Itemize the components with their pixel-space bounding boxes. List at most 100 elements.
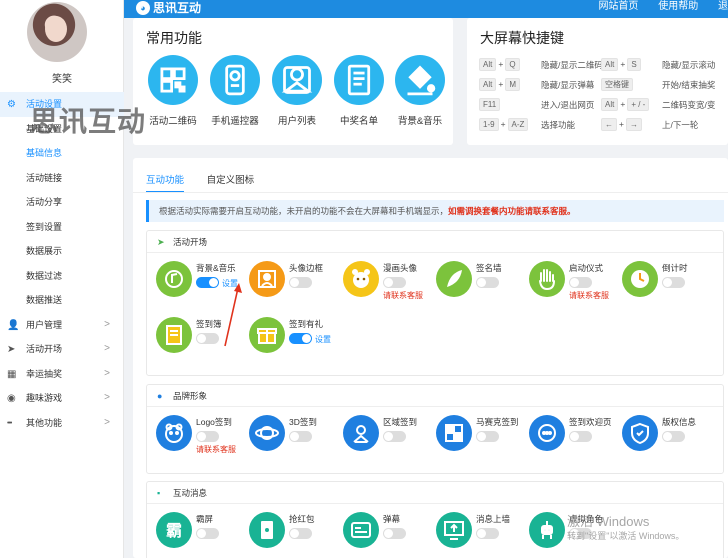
contact-support-link[interactable]: 请联系客服: [196, 444, 236, 455]
feature-toggle[interactable]: [476, 528, 499, 539]
feature-name: 启动仪式: [569, 263, 604, 273]
cartoon-face-icon[interactable]: [343, 261, 379, 297]
sidebar-item-label: 趣味游戏: [26, 393, 63, 403]
message-icon: ▪: [157, 488, 161, 498]
sidebar-item-label: 活动链接: [26, 172, 63, 183]
barrage-icon[interactable]: [343, 512, 379, 548]
feature-toggle[interactable]: [289, 277, 312, 288]
sidebar-item-10[interactable]: ➤ 活动开场 >: [0, 337, 124, 362]
ba-icon[interactable]: 霸: [156, 512, 192, 548]
paint-bucket-icon[interactable]: [395, 55, 445, 105]
nav-help-link[interactable]: 使用帮助: [658, 0, 698, 14]
shortcut-keys-2: ← + →: [601, 118, 642, 131]
sidebar-item-6[interactable]: 数据展示: [0, 239, 124, 264]
common-function-1[interactable]: 手机遥控器: [208, 55, 262, 127]
portrait-frame-icon[interactable]: [249, 261, 285, 297]
music-icon[interactable]: [156, 261, 192, 297]
sidebar-item-8[interactable]: 数据推送: [0, 288, 124, 313]
brand[interactable]: ◕ 思讯互动: [136, 0, 201, 18]
feature-settings-link[interactable]: 设置: [222, 278, 238, 289]
sidebar-item-4[interactable]: 活动分享: [0, 190, 124, 215]
feature-item: 签到欢迎页: [529, 415, 619, 455]
nav-logout-link[interactable]: 退: [718, 0, 728, 14]
gift-icon[interactable]: [249, 317, 285, 353]
feature-toggle[interactable]: [383, 528, 406, 539]
common-function-3[interactable]: 中奖名单: [332, 55, 386, 127]
shield-icon[interactable]: [622, 415, 658, 451]
feature-toggle[interactable]: [569, 431, 592, 442]
feature-toggle[interactable]: [662, 277, 685, 288]
feature-toggle[interactable]: [289, 333, 312, 344]
feature-name: 签到有礼: [289, 319, 324, 329]
tab-custom-icons[interactable]: 自定义图标: [207, 172, 255, 191]
sidebar-item-11[interactable]: ▦ 幸运抽奖 >: [0, 362, 124, 387]
common-function-label: 用户列表: [277, 116, 316, 127]
user-list-icon[interactable]: [272, 55, 322, 105]
feature-name: 漫画头像: [383, 263, 418, 273]
shortcut-desc-1: 进入/退出网页: [541, 100, 595, 110]
sidebar-item-label: 基础信息: [26, 148, 63, 158]
common-function-0[interactable]: 活动二维码: [146, 55, 200, 127]
sidebar-item-5[interactable]: 签到设置: [0, 215, 124, 240]
feature-item: 消息上墙: [436, 512, 526, 552]
planet-icon[interactable]: [249, 415, 285, 451]
feature-name: 消息上墙: [476, 514, 511, 524]
sidebar-item-3[interactable]: 活动链接: [0, 166, 124, 191]
interactive-features-card: 互动功能 自定义图标 根据活动实际需要开启互动功能，未开启的功能不会在大屏幕和手…: [133, 158, 728, 558]
chat-bubble-icon[interactable]: [529, 415, 565, 451]
winner-list-icon[interactable]: [334, 55, 384, 105]
sidebar: 笑笑 ⚙ 活动设置 基础设置 基础信息 活动链接 活动分享 签到设置 数据展示 数据过滤 数据推送…: [0, 0, 124, 558]
contact-support-link[interactable]: 请联系客服: [383, 290, 423, 301]
section-title: 活动开场: [173, 237, 208, 247]
sidebar-item-label: 数据推送: [26, 295, 63, 305]
feature-toggle[interactable]: [662, 431, 685, 442]
keyboard-key: S: [627, 58, 641, 71]
contact-support-link[interactable]: 请联系客服: [569, 290, 609, 301]
key-plus: +: [498, 79, 504, 89]
shortcut-keys-2: 空格键: [601, 78, 633, 91]
remote-icon[interactable]: [210, 55, 260, 105]
screen-upload-icon[interactable]: [436, 512, 472, 548]
sidebar-item-2[interactable]: 基础信息: [0, 141, 124, 166]
feature-item: 弹幕: [343, 512, 433, 552]
notice-contact-text[interactable]: 如需调换套餐内功能请联系客服。: [448, 206, 576, 216]
feature-toggle[interactable]: [289, 528, 312, 539]
sidebar-item-12[interactable]: ◉ 趣味游戏 >: [0, 386, 124, 411]
feather-icon[interactable]: [436, 261, 472, 297]
feature-toggle[interactable]: [476, 431, 499, 442]
logo-icon: ◕: [136, 1, 150, 15]
sidebar-item-label: 活动开场: [26, 344, 63, 354]
feature-toggle[interactable]: [383, 431, 406, 442]
sidebar-item-0[interactable]: ⚙ 活动设置: [0, 92, 124, 117]
sidebar-item-13[interactable]: ••• 其他功能 >: [0, 411, 124, 436]
feature-item: 签名墙: [436, 261, 526, 301]
hand-icon[interactable]: [529, 261, 565, 297]
red-packet-icon[interactable]: [249, 512, 285, 548]
common-function-2[interactable]: 用户列表: [270, 55, 324, 127]
tab-interactive-features[interactable]: 互动功能: [146, 172, 185, 193]
mosaic-icon[interactable]: [436, 415, 472, 451]
nav-home-link[interactable]: 网站首页: [598, 0, 638, 14]
qrcode-icon[interactable]: [148, 55, 198, 105]
sidebar-item-1[interactable]: 基础设置: [0, 117, 124, 142]
feature-toggle[interactable]: [383, 277, 406, 288]
id-card-icon[interactable]: [343, 415, 379, 451]
face-icon[interactable]: [156, 415, 192, 451]
sidebar-menu: ⚙ 活动设置 基础设置基础信息活动链接活动分享 签到设置 数据展示 数据过滤数据推送 👤 用户…: [0, 92, 124, 435]
shortcut-keys-1: F11: [479, 98, 501, 111]
feature-toggle[interactable]: [196, 431, 219, 442]
feature-toggle[interactable]: [196, 528, 219, 539]
feature-toggle[interactable]: [289, 431, 312, 442]
clock-icon[interactable]: [622, 261, 658, 297]
feature-toggle[interactable]: [196, 333, 219, 344]
feature-toggle[interactable]: [569, 277, 592, 288]
common-function-4[interactable]: 背景&音乐: [393, 55, 447, 127]
feature-settings-link[interactable]: 设置: [315, 334, 331, 345]
sidebar-item-7[interactable]: 数据过滤: [0, 264, 124, 289]
book-icon[interactable]: [156, 317, 192, 353]
feature-toggle[interactable]: [476, 277, 499, 288]
avatar[interactable]: [27, 2, 87, 62]
sidebar-item-9[interactable]: 👤 用户管理 >: [0, 313, 124, 338]
feature-toggle[interactable]: [196, 277, 219, 288]
robot-icon[interactable]: [529, 512, 565, 548]
